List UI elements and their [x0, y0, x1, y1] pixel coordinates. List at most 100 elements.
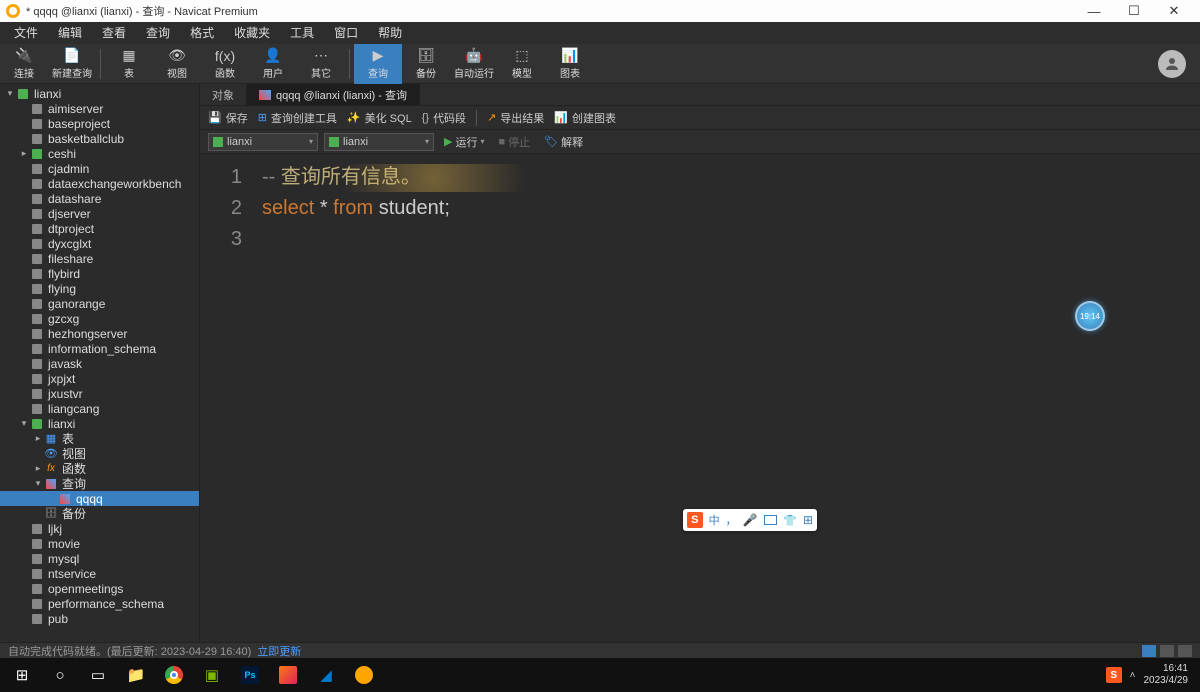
snippet-button[interactable]: {}代码段	[422, 110, 466, 126]
tree-lianxi[interactable]: ▾lianxi	[0, 416, 199, 431]
run-button[interactable]: ▶运行▾	[440, 134, 488, 150]
tree-lianxi[interactable]: ▾lianxi	[0, 86, 199, 101]
menu-help[interactable]: 帮助	[368, 22, 412, 44]
shirt-icon[interactable]: 👕	[783, 514, 797, 527]
tree-aimiserver[interactable]: aimiserver	[0, 101, 199, 116]
chrome-icon[interactable]	[156, 660, 192, 690]
maximize-button[interactable]: ☐	[1114, 0, 1154, 22]
chart-button[interactable]: 📊创建图表	[554, 110, 616, 126]
minimize-button[interactable]: —	[1074, 0, 1114, 22]
status-indicator-1[interactable]	[1142, 645, 1156, 657]
tree-cjadmin[interactable]: cjadmin	[0, 161, 199, 176]
sogou-tray-icon[interactable]: S	[1106, 667, 1122, 683]
tree-pub[interactable]: pub	[0, 611, 199, 626]
tree-information_schema[interactable]: information_schema	[0, 341, 199, 356]
export-button[interactable]: ↗导出结果	[487, 110, 544, 126]
tree-qqqq[interactable]: qqqq	[0, 491, 199, 506]
tree-备份[interactable]: 🗄备份	[0, 506, 199, 521]
menu-format[interactable]: 格式	[180, 22, 224, 44]
toolbar-备份[interactable]: 🗄备份	[402, 44, 450, 84]
tab-objects[interactable]: 对象	[200, 84, 247, 105]
tree-hezhongserver[interactable]: hezhongserver	[0, 326, 199, 341]
tree-dyxcglxt[interactable]: dyxcglxt	[0, 236, 199, 251]
toolbar-表[interactable]: ▦表	[105, 44, 153, 84]
menu-favorites[interactable]: 收藏夹	[224, 22, 280, 44]
toolbar-连接[interactable]: 🔌连接	[0, 44, 48, 84]
toolbar-其它[interactable]: ⋯其它	[297, 44, 345, 84]
ime-bar[interactable]: S 中 ， 🎤 👕 ⊞	[683, 509, 817, 531]
menu-file[interactable]: 文件	[4, 22, 48, 44]
intellij-icon[interactable]	[270, 660, 306, 690]
status-indicator-2[interactable]	[1160, 645, 1174, 657]
tree-ceshi[interactable]: ▸ceshi	[0, 146, 199, 161]
grid-icon[interactable]: ⊞	[803, 513, 813, 527]
tree-datashare[interactable]: datashare	[0, 191, 199, 206]
photoshop-icon[interactable]: Ps	[232, 660, 268, 690]
taskview-button[interactable]: ▭	[80, 660, 116, 690]
menu-view[interactable]: 查看	[92, 22, 136, 44]
toolbar-自动运行[interactable]: 🤖自动运行	[450, 44, 498, 84]
menu-window[interactable]: 窗口	[324, 22, 368, 44]
toolbar-新建查询[interactable]: 📄新建查询	[48, 44, 96, 84]
tab-query-active[interactable]: qqqq @lianxi (lianxi) - 查询	[247, 84, 420, 105]
floating-clock[interactable]: 19:14	[1075, 301, 1105, 331]
tree-openmeetings[interactable]: openmeetings	[0, 581, 199, 596]
beautify-button[interactable]: ✨美化 SQL	[347, 110, 412, 126]
user-avatar[interactable]	[1158, 50, 1186, 78]
navicat-icon[interactable]	[346, 660, 382, 690]
toolbar-视图[interactable]: 👁视图	[153, 44, 201, 84]
tree-jxpjxt[interactable]: jxpjxt	[0, 371, 199, 386]
tree-performance_schema[interactable]: performance_schema	[0, 596, 199, 611]
tree-jxustvr[interactable]: jxustvr	[0, 386, 199, 401]
tree-函数[interactable]: ▸fx函数	[0, 461, 199, 476]
update-link[interactable]: 立即更新	[257, 643, 301, 659]
query-builder-button[interactable]: ⊞查询创建工具	[258, 110, 337, 126]
ime-punct[interactable]: ，	[726, 512, 737, 528]
database-combo[interactable]: lianxi▾	[324, 133, 434, 151]
tree-liangcang[interactable]: liangcang	[0, 401, 199, 416]
toolbar-模型[interactable]: ⬚模型	[498, 44, 546, 84]
ime-lang[interactable]: 中	[709, 512, 720, 528]
clock-tray[interactable]: 16:41 2023/4/29	[1144, 663, 1189, 687]
menu-edit[interactable]: 编辑	[48, 22, 92, 44]
toolbar-用户[interactable]: 👤用户	[249, 44, 297, 84]
tree-flying[interactable]: flying	[0, 281, 199, 296]
tree-djserver[interactable]: djserver	[0, 206, 199, 221]
menu-query[interactable]: 查询	[136, 22, 180, 44]
toolbar-图表[interactable]: 📊图表	[546, 44, 594, 84]
keyboard-icon[interactable]	[764, 515, 778, 525]
tree-ljkj[interactable]: ljkj	[0, 521, 199, 536]
tree-baseproject[interactable]: baseproject	[0, 116, 199, 131]
tree-dataexchangeworkbench[interactable]: dataexchangeworkbench	[0, 176, 199, 191]
explain-button[interactable]: 🏷解释	[540, 134, 587, 150]
code-area[interactable]: -- 查询所有信息。 select * from student;	[254, 154, 1200, 642]
vscode-icon[interactable]: ◢	[308, 660, 344, 690]
toolbar-查询[interactable]: ▶查询	[354, 44, 402, 84]
tree-ganorange[interactable]: ganorange	[0, 296, 199, 311]
save-button[interactable]: 💾保存	[208, 110, 248, 126]
tree-dtproject[interactable]: dtproject	[0, 221, 199, 236]
tree-fileshare[interactable]: fileshare	[0, 251, 199, 266]
tree-movie[interactable]: movie	[0, 536, 199, 551]
mic-icon[interactable]: 🎤	[743, 513, 758, 527]
start-button[interactable]: ⊞	[4, 660, 40, 690]
tree-mysql[interactable]: mysql	[0, 551, 199, 566]
sidebar-tree[interactable]: ▾lianxiaimiserverbaseprojectbasketballcl…	[0, 84, 200, 642]
tree-ntservice[interactable]: ntservice	[0, 566, 199, 581]
tree-查询[interactable]: ▾查询	[0, 476, 199, 491]
tray-expand-icon[interactable]: ˄	[1130, 670, 1136, 681]
explorer-icon[interactable]: 📁	[118, 660, 154, 690]
tree-表[interactable]: ▸▦表	[0, 431, 199, 446]
tree-flybird[interactable]: flybird	[0, 266, 199, 281]
tree-gzcxg[interactable]: gzcxg	[0, 311, 199, 326]
cortana-button[interactable]: ○	[42, 660, 78, 690]
sql-editor[interactable]: 1 2 3 -- 查询所有信息。 select * from student;	[200, 154, 1200, 642]
tree-javask[interactable]: javask	[0, 356, 199, 371]
toolbar-函数[interactable]: f(x)函数	[201, 44, 249, 84]
pycharm-icon[interactable]: ▣	[194, 660, 230, 690]
status-indicator-3[interactable]	[1178, 645, 1192, 657]
close-button[interactable]: ✕	[1154, 0, 1194, 22]
menu-tools[interactable]: 工具	[280, 22, 324, 44]
tree-视图[interactable]: 👁视图	[0, 446, 199, 461]
connection-combo[interactable]: lianxi▾	[208, 133, 318, 151]
